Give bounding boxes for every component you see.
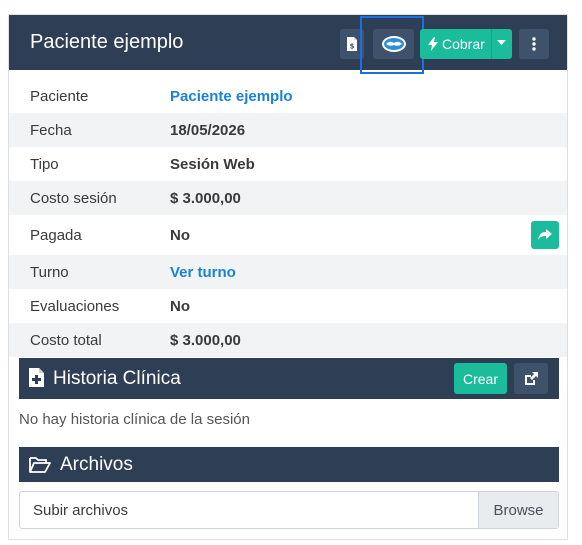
bolt-icon: [428, 37, 438, 51]
turno-link[interactable]: Ver turno: [170, 264, 236, 281]
detail-value: Sesión Web: [170, 156, 255, 173]
historia-clinica-header: Historia Clínica Crear: [19, 358, 559, 399]
highlight-box: [360, 16, 424, 74]
detail-value: $ 3.000,00: [170, 332, 241, 349]
folder-open-icon: [29, 457, 51, 473]
button-divider: [491, 29, 492, 59]
detail-label: Paciente: [30, 88, 89, 105]
detail-value: No: [170, 227, 190, 244]
page-title: Paciente ejemplo: [30, 31, 184, 53]
patient-link[interactable]: Paciente ejemplo: [170, 88, 293, 105]
detail-label: Tipo: [30, 156, 59, 173]
caret-down-icon[interactable]: [497, 40, 506, 46]
detail-row-paciente: Paciente Paciente ejemplo: [9, 79, 567, 113]
detail-row-evaluaciones: Evaluaciones No: [9, 289, 567, 323]
browse-button[interactable]: Browse: [478, 492, 558, 528]
external-link-icon: [525, 371, 538, 385]
file-medical-icon: [29, 368, 44, 387]
crear-historia-button[interactable]: Crear: [454, 363, 507, 394]
cobrar-button[interactable]: Cobrar: [420, 29, 512, 59]
session-details: Paciente Paciente ejemplo Fecha 18/05/20…: [9, 79, 567, 357]
share-arrow-icon: [538, 229, 552, 240]
mark-paid-button[interactable]: [531, 221, 559, 249]
detail-value: 18/05/2026: [170, 122, 246, 139]
section-title: Archivos: [60, 454, 133, 475]
svg-text:$: $: [350, 43, 355, 51]
archivos-header: Archivos: [19, 447, 559, 482]
upload-files-input[interactable]: Subir archivos Browse: [19, 491, 559, 529]
empty-historia-message: No hay historia clínica de la sesión: [19, 411, 250, 428]
invoice-dollar-icon: $: [347, 37, 357, 51]
upload-placeholder: Subir archivos: [33, 502, 129, 519]
detail-label: Evaluaciones: [30, 298, 120, 315]
detail-value: $ 3.000,00: [170, 190, 241, 207]
detail-row-pagada: Pagada No: [9, 215, 567, 255]
detail-value: No: [170, 298, 190, 315]
detail-label: Costo total: [30, 332, 102, 349]
open-historia-button[interactable]: [514, 363, 548, 394]
detail-label: Costo sesión: [30, 190, 117, 207]
detail-label: Fecha: [30, 122, 72, 139]
detail-label: Pagada: [30, 227, 82, 244]
ellipsis-vertical-icon: [532, 37, 536, 51]
detail-row-costo-total: Costo total $ 3.000,00: [9, 323, 567, 357]
detail-label: Turno: [30, 264, 69, 281]
detail-row-tipo: Tipo Sesión Web: [9, 147, 567, 181]
section-title: Historia Clínica: [53, 368, 181, 389]
detail-row-fecha: Fecha 18/05/2026: [9, 113, 567, 147]
detail-row-costo-sesion: Costo sesión $ 3.000,00: [9, 181, 567, 215]
cobrar-label: Cobrar: [442, 36, 485, 52]
detail-row-turno: Turno Ver turno: [9, 255, 567, 289]
session-card: Paciente ejemplo $ Cobrar Paciente Pacie…: [8, 14, 568, 540]
card-header: Paciente ejemplo $ Cobrar: [9, 15, 567, 74]
more-options-button[interactable]: [519, 29, 549, 59]
